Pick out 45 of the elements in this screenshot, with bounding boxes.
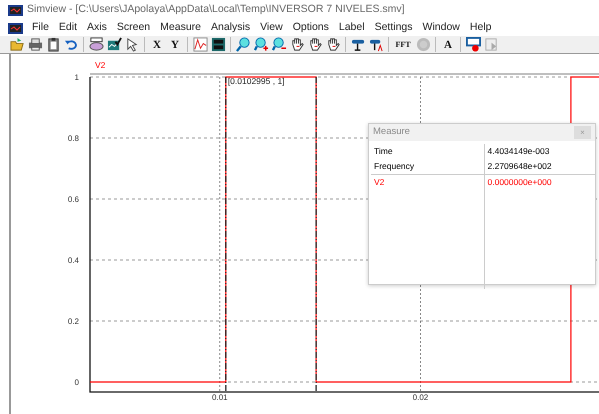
menu-item[interactable]: Screen (112, 20, 156, 36)
menu-item[interactable]: Analysis (206, 20, 256, 36)
panel-icon[interactable] (209, 36, 227, 53)
measure-label: Frequency (371, 158, 484, 174)
axis-tick-label: 0.8 (68, 134, 79, 143)
axis-tick-label: 0 (74, 378, 79, 387)
measure-label: Time (371, 144, 484, 159)
menu-item[interactable]: Window (418, 20, 465, 36)
menu-item[interactable]: View (255, 20, 288, 36)
measure-label: V2 (371, 174, 484, 190)
measure-value: 0.0000000e+000 (484, 174, 595, 190)
zoom-in-icon[interactable] (252, 36, 270, 53)
toolbar-button[interactable]: A (439, 36, 457, 53)
axis-tick-label: 0.6 (68, 195, 79, 204)
cursor-readout: [0.0102995 , 1] (228, 76, 285, 86)
window-title: Simview - [C:\Users\JApolaya\AppData\Local\Temp\INVERSOR 7 NIVELES.smv] (27, 2, 405, 18)
chart-icon[interactable] (105, 36, 123, 53)
axis-tick-label: 1 (74, 73, 79, 82)
menu-item[interactable]: Edit (54, 20, 82, 36)
zoom-out-icon[interactable] (270, 36, 288, 53)
search-icon[interactable] (234, 36, 252, 53)
measure-value: 2.2709648e+002 (484, 158, 595, 174)
menu-item[interactable]: Settings (370, 20, 418, 36)
toolbar-button[interactable]: X (148, 36, 166, 53)
record-icon[interactable] (464, 36, 482, 53)
printer-icon[interactable] (26, 36, 44, 53)
menu-item[interactable]: Axis (82, 20, 112, 36)
axis-tick-label: 0.2 (68, 317, 79, 326)
menu-item[interactable]: Label (334, 20, 370, 36)
dialog-title: Measure (373, 125, 410, 140)
app-icon (8, 4, 23, 16)
menu-item[interactable]: File (27, 20, 54, 36)
menu-item[interactable]: Measure (155, 20, 206, 36)
toolbar-button[interactable]: FFT (392, 36, 414, 53)
waveform-icon[interactable] (191, 36, 209, 53)
folder-icon[interactable] (8, 36, 26, 53)
menu-item[interactable]: Help (464, 20, 496, 36)
legend-label: V2 (95, 60, 106, 70)
toolbar-button[interactable]: Y (166, 36, 184, 53)
axis-tick-label: 0.01 (212, 393, 228, 402)
app-icon[interactable] (8, 22, 23, 34)
axis-tick-label: 0.02 (412, 393, 428, 402)
axis-tick-label: 0.4 (68, 256, 79, 265)
measure-value: 4.4034149e-003 (484, 144, 595, 159)
menu-item[interactable]: Options (288, 20, 334, 36)
